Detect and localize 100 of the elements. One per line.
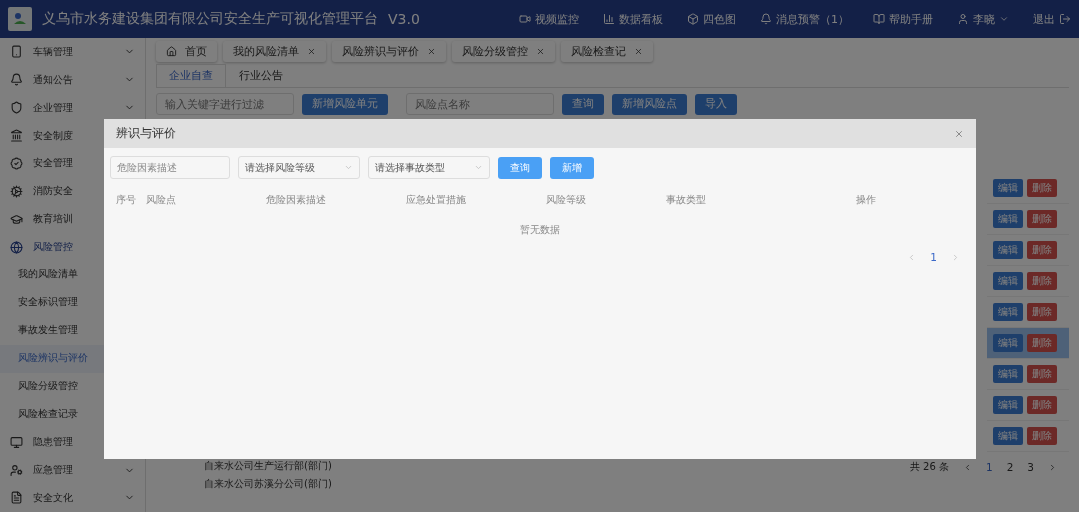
delete-button[interactable]: 删除 bbox=[1027, 427, 1057, 445]
close-icon[interactable] bbox=[954, 128, 964, 139]
column-header: 序号 bbox=[116, 193, 137, 207]
nav-link[interactable]: 四色图 bbox=[687, 11, 736, 27]
table-row[interactable]: 编辑 删除 bbox=[987, 359, 1069, 390]
sidebar-item[interactable]: 应急管理 bbox=[0, 456, 145, 484]
cube-icon bbox=[687, 13, 699, 25]
sidebar-item[interactable]: 车辆管理 bbox=[0, 38, 145, 66]
delete-button[interactable]: 删除 bbox=[1027, 303, 1057, 321]
nav-link[interactable]: 消息预警（1） bbox=[760, 11, 849, 27]
shield-icon bbox=[10, 101, 23, 115]
delete-button[interactable]: 删除 bbox=[1027, 334, 1057, 352]
video-camera-icon bbox=[519, 13, 531, 25]
nav-link[interactable]: 帮助手册 bbox=[873, 11, 933, 27]
page-tab[interactable]: 风险检查记 bbox=[561, 41, 653, 62]
page-number[interactable]: 3 bbox=[1027, 461, 1034, 473]
delete-button[interactable]: 删除 bbox=[1027, 179, 1057, 197]
edit-button[interactable]: 编辑 bbox=[993, 365, 1023, 383]
search-field[interactable]: 危险因素描述 bbox=[110, 156, 230, 179]
table-row[interactable]: 编辑 删除 bbox=[987, 297, 1069, 328]
toolbar-button[interactable]: 新增风险点 bbox=[612, 93, 687, 115]
nav-link[interactable]: 数据看板 bbox=[603, 11, 663, 27]
delete-button[interactable]: 删除 bbox=[1027, 241, 1057, 259]
table-row[interactable]: 编辑 删除 bbox=[987, 266, 1069, 297]
close-icon[interactable] bbox=[427, 47, 436, 56]
edit-button[interactable]: 编辑 bbox=[993, 334, 1023, 352]
globe-icon bbox=[10, 240, 23, 254]
page-tab[interactable]: 风险分级管控 bbox=[452, 41, 555, 62]
graduation-cap-icon bbox=[10, 212, 23, 226]
delete-button[interactable]: 删除 bbox=[1027, 396, 1057, 414]
badge-icon bbox=[10, 156, 23, 170]
empty-message: 暂无数据 bbox=[520, 223, 560, 237]
column-header: 风险等级 bbox=[546, 193, 587, 207]
nav-link[interactable]: 视频监控 bbox=[519, 11, 579, 27]
edit-button[interactable]: 编辑 bbox=[993, 210, 1023, 228]
edit-button[interactable]: 编辑 bbox=[993, 427, 1023, 445]
edit-button[interactable]: 编辑 bbox=[993, 241, 1023, 259]
edit-button[interactable]: 编辑 bbox=[993, 179, 1023, 197]
chevron-down-icon bbox=[344, 163, 353, 172]
table-row[interactable]: 编辑 删除 bbox=[987, 328, 1069, 359]
toolbar-button[interactable]: 导入 bbox=[695, 93, 737, 115]
table-row[interactable]: 编辑 删除 bbox=[987, 204, 1069, 235]
add-unit-button[interactable]: 新增风险单元 bbox=[302, 93, 388, 115]
table-row[interactable]: 编辑 删除 bbox=[987, 421, 1069, 452]
table-row[interactable]: 编辑 删除 bbox=[987, 173, 1069, 204]
book-icon bbox=[873, 13, 885, 25]
edit-button[interactable]: 编辑 bbox=[993, 303, 1023, 321]
delete-button[interactable]: 删除 bbox=[1027, 272, 1057, 290]
bell-icon bbox=[760, 13, 772, 25]
tree-item[interactable]: 自来水公司生产运行部(部门) bbox=[204, 459, 409, 473]
close-icon[interactable] bbox=[307, 47, 316, 56]
total-count: 共 26 条 bbox=[909, 460, 949, 474]
page-tab[interactable]: 首页 bbox=[156, 41, 217, 62]
sub-tab[interactable]: 企业自查 bbox=[156, 64, 226, 87]
user-menu[interactable]: 李晓 bbox=[957, 11, 1009, 27]
table-row[interactable]: 编辑 删除 bbox=[987, 390, 1069, 421]
select-field[interactable]: 请选择风险等级 bbox=[238, 156, 360, 179]
next-page-icon[interactable] bbox=[1048, 462, 1057, 472]
monitor-icon bbox=[10, 435, 23, 449]
sub-tab[interactable]: 行业公告 bbox=[226, 64, 296, 87]
delete-button[interactable]: 删除 bbox=[1027, 210, 1057, 228]
edit-button[interactable]: 编辑 bbox=[993, 396, 1023, 414]
logout-link[interactable]: 退出 bbox=[1033, 11, 1071, 27]
sidebar-item[interactable]: 教育培训 bbox=[0, 205, 145, 234]
page-tab[interactable]: 风险辨识与评价 bbox=[332, 41, 446, 62]
dialog-button[interactable]: 查询 bbox=[498, 156, 542, 179]
person-icon bbox=[10, 463, 23, 477]
delete-button[interactable]: 删除 bbox=[1027, 365, 1057, 383]
close-icon[interactable] bbox=[536, 47, 545, 56]
tree-item[interactable]: 自来水公司苏溪分公司(部门) bbox=[204, 477, 409, 491]
dialog-button[interactable]: 新增 bbox=[550, 156, 594, 179]
page-number[interactable]: 1 bbox=[985, 461, 993, 473]
version-label: V3.0 bbox=[388, 11, 420, 27]
chevron-down-icon bbox=[999, 14, 1009, 24]
column-header: 危险因素描述 bbox=[266, 193, 327, 207]
page-tab[interactable]: 我的风险清单 bbox=[223, 41, 326, 62]
edit-button[interactable]: 编辑 bbox=[993, 272, 1023, 290]
column-header: 事故类型 bbox=[666, 193, 707, 207]
dialog-title: 辨识与评价 bbox=[116, 125, 176, 142]
close-icon[interactable] bbox=[634, 47, 643, 56]
sidebar-item[interactable]: 安全文化 bbox=[0, 484, 145, 512]
chevron-down-icon bbox=[474, 163, 483, 172]
column-header: 风险点 bbox=[146, 193, 177, 207]
bar-chart-icon bbox=[603, 13, 615, 25]
sidebar-item[interactable]: 企业管理 bbox=[0, 93, 145, 122]
page-number[interactable]: 1 bbox=[930, 251, 937, 263]
page-number[interactable]: 2 bbox=[1006, 461, 1014, 473]
phone-icon bbox=[10, 45, 23, 59]
column-header: 应急处置措施 bbox=[406, 193, 467, 207]
sidebar-item[interactable]: 隐患管理 bbox=[0, 428, 145, 457]
sidebar-item[interactable]: 风险管控 bbox=[0, 233, 145, 261]
filter-input[interactable]: 输入关键字进行过滤 bbox=[156, 93, 294, 115]
bank-icon bbox=[10, 129, 23, 143]
name-input[interactable]: 风险点名称 bbox=[406, 93, 554, 115]
table-row[interactable]: 编辑 删除 bbox=[987, 235, 1069, 266]
select-field[interactable]: 请选择事故类型 bbox=[368, 156, 490, 179]
column-header: 操作 bbox=[856, 193, 877, 207]
gear-icon bbox=[10, 184, 23, 198]
toolbar-button[interactable]: 查询 bbox=[562, 93, 604, 115]
sidebar-item[interactable]: 通知公告 bbox=[0, 65, 145, 94]
